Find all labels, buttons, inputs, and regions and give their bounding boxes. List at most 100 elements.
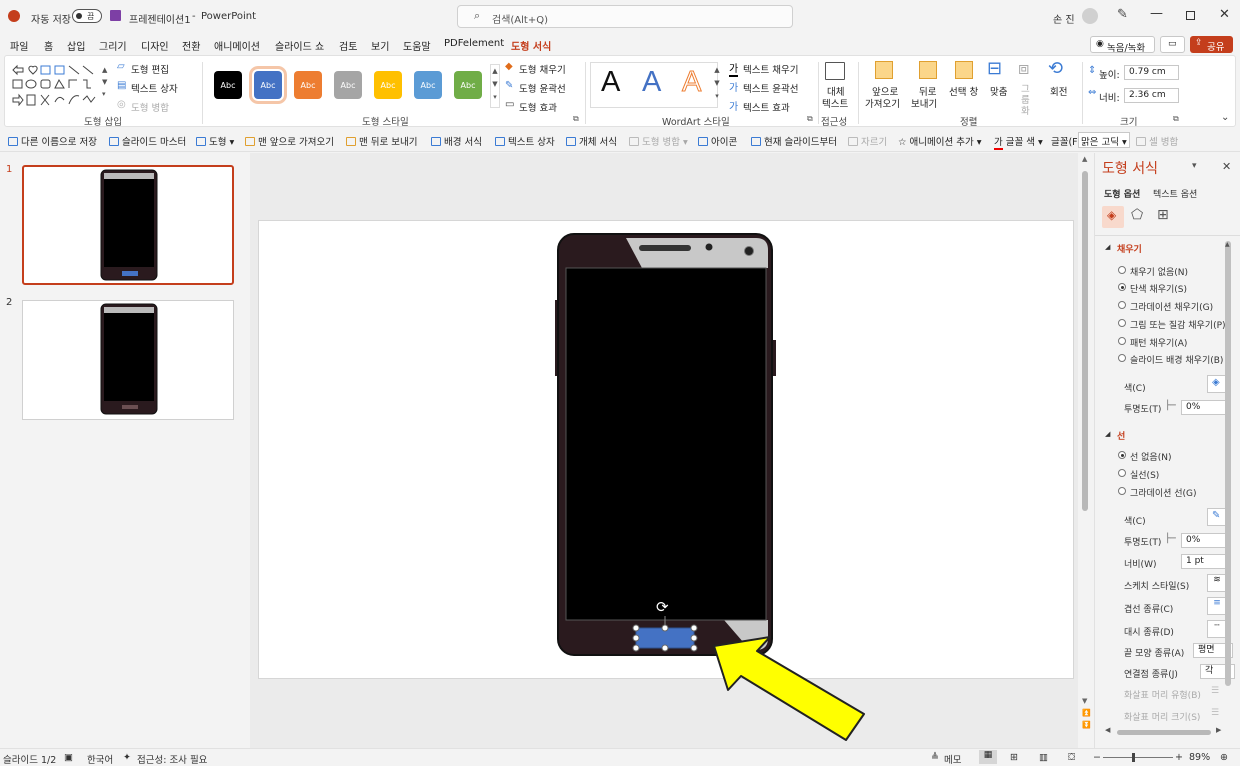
tab-view[interactable]: 보기 (371, 38, 389, 53)
qat-merge-shapes[interactable]: 도형 병합 ▾ (629, 134, 688, 148)
user-name[interactable]: 손 진 (1053, 11, 1075, 26)
line-collapse-icon[interactable]: ◢ (1105, 430, 1110, 438)
style-swatch-2[interactable]: Abc (249, 66, 287, 104)
styles-scroll[interactable]: ▲ ▼ ▾ (490, 64, 500, 108)
arrow-begin-type-dropdown[interactable]: ☰ (1211, 686, 1219, 696)
qat-format-object[interactable]: 개체 서식 (566, 134, 617, 148)
fill-slide-bg-radio[interactable] (1118, 354, 1126, 362)
line-width-input[interactable]: 1 pt (1181, 554, 1231, 569)
style-swatch-6[interactable]: Abc (414, 71, 442, 99)
group-button[interactable]: 그룹화 (1021, 84, 1033, 117)
qat-from-current-slide[interactable]: 현재 슬라이드부터 (751, 134, 837, 148)
qat-slide-master[interactable]: 슬라이드 마스터 (109, 134, 186, 148)
zoom-slider[interactable] (1103, 753, 1173, 762)
tab-home[interactable]: 홈 (44, 38, 53, 53)
fill-slide-bg-label[interactable]: 슬라이드 배경 채우기(B) (1130, 353, 1223, 366)
normal-view-icon[interactable]: ▦ (979, 750, 997, 764)
tab-text-options[interactable]: 텍스트 옵션 (1153, 187, 1197, 200)
fill-none-radio[interactable] (1118, 266, 1126, 274)
zoom-in-icon[interactable]: + (1175, 752, 1183, 763)
line-gradient-radio[interactable] (1118, 487, 1126, 495)
pen-icon[interactable]: ✎ (1117, 7, 1128, 22)
line-color-picker[interactable]: ✎ (1207, 508, 1227, 526)
compound-type-dropdown[interactable]: ≡ (1207, 597, 1227, 615)
slideshow-icon[interactable]: ⛋ (1068, 752, 1075, 763)
text-outline-button[interactable]: 텍스트 윤곽선 (743, 81, 798, 95)
qat-merge-cells[interactable]: 셀 병합 (1136, 134, 1178, 148)
tab-insert[interactable]: 삽입 (67, 38, 85, 53)
style-swatch-4[interactable]: Abc (334, 71, 362, 99)
prev-slide-icon[interactable]: ⏫ (1082, 709, 1091, 717)
tab-shape-options[interactable]: 도형 옵션 (1104, 187, 1140, 200)
pane-vertical-scrollbar[interactable] (1225, 241, 1231, 686)
bring-forward-button-line2[interactable]: 가져오기 (865, 96, 900, 110)
comments-button[interactable]: ▭ (1160, 36, 1185, 53)
qat-icons[interactable]: 아이콘 (698, 134, 737, 148)
selection-pane-button[interactable]: 선택 창 (949, 84, 978, 98)
fill-collapse-icon[interactable]: ◢ (1105, 243, 1110, 251)
share-button[interactable]: ⇪ 공유 (1190, 36, 1233, 53)
fill-transparency-slider[interactable]: ├─ (1165, 401, 1176, 411)
height-input[interactable]: 0.79 cm (1124, 65, 1179, 80)
tab-animations[interactable]: 애니메이션 (214, 38, 260, 53)
slide-sorter-icon[interactable]: ⊞ (1010, 752, 1018, 763)
avatar[interactable] (1082, 8, 1098, 24)
tab-slideshow[interactable]: 슬라이드 쇼 (275, 38, 324, 53)
qat-bring-to-front[interactable]: 맨 앞으로 가져오기 (245, 134, 334, 148)
qat-format-background[interactable]: 배경 서식 (431, 134, 482, 148)
qat-font-color[interactable]: 가 글꼴 색 ▾ (994, 134, 1043, 150)
pane-close-icon[interactable]: ✕ (1222, 160, 1231, 173)
canvas-vertical-scrollbar[interactable]: ▲ ▼ ⏫ ⏬ (1078, 153, 1094, 748)
qat-shapes[interactable]: 도형 ▾ (196, 134, 234, 148)
pane-scroll-left-icon[interactable]: ◀ (1105, 726, 1110, 734)
style-swatch-1[interactable]: Abc (214, 71, 242, 99)
fill-pattern-radio[interactable] (1118, 337, 1126, 345)
pane-scroll-right-icon[interactable]: ▶ (1216, 726, 1221, 734)
fill-picture-radio[interactable] (1118, 319, 1126, 327)
line-solid-radio[interactable] (1118, 469, 1126, 477)
pane-horizontal-scrollbar[interactable] (1117, 730, 1211, 735)
search-box[interactable]: ⌕ 검색(Alt+Q) (457, 5, 793, 28)
qat-crop[interactable]: 자르기 (848, 134, 887, 148)
line-none-radio[interactable] (1118, 451, 1126, 459)
qat-font-select[interactable]: 맑은 고딕 ▾ (1078, 132, 1130, 148)
slide-thumbnail-2[interactable] (22, 300, 234, 420)
line-none-label[interactable]: 선 없음(N) (1130, 450, 1171, 463)
alt-text-button-line2[interactable]: 텍스트 (822, 96, 848, 110)
line-solid-label[interactable]: 실선(S) (1130, 468, 1159, 481)
autosave-toggle[interactable]: 끔 (72, 9, 102, 23)
scroll-down-icon[interactable]: ▼ (1082, 697, 1087, 705)
notes-button[interactable]: 메모 (944, 752, 961, 766)
collapse-ribbon-icon[interactable]: ⌄ (1221, 112, 1229, 123)
fill-pattern-label[interactable]: 패턴 채우기(A) (1130, 336, 1187, 349)
tab-pdfelement[interactable]: PDFelement (444, 38, 504, 49)
wordart-scroll[interactable]: ▲ ▼ ▾ (712, 64, 722, 108)
slide-thumbnail-1[interactable] (22, 165, 234, 285)
zoom-level[interactable]: 89% (1189, 752, 1210, 763)
tab-transitions[interactable]: 전환 (182, 38, 200, 53)
fill-gradient-label[interactable]: 그라데이션 채우기(G) (1130, 300, 1213, 313)
shapes-gallery[interactable] (11, 64, 111, 107)
dialog-launcher-icon[interactable]: ⧉ (1173, 114, 1179, 124)
line-section-header[interactable]: 선 (1117, 429, 1125, 442)
qat-send-to-back[interactable]: 맨 뒤로 보내기 (346, 134, 417, 148)
fill-picture-label[interactable]: 그림 또는 질감 채우기(P) (1130, 318, 1226, 331)
tab-design[interactable]: 디자인 (141, 38, 169, 53)
dialog-launcher-icon[interactable]: ⧉ (573, 114, 579, 124)
merge-shapes-button[interactable]: 도형 병합 (131, 100, 169, 114)
spellcheck-icon[interactable]: ▣ (64, 752, 73, 763)
shapes-scroll[interactable]: ▲ ▼ ▾ (102, 64, 110, 104)
effects-pentagon-icon[interactable]: ⬠ (1131, 207, 1143, 223)
fill-solid-radio[interactable] (1118, 283, 1126, 291)
dash-type-dropdown[interactable]: ┄ (1207, 620, 1227, 638)
tab-file[interactable]: 파일 (10, 38, 28, 53)
pane-options-chevron-icon[interactable]: ▾ (1192, 161, 1197, 171)
close-icon[interactable]: ✕ (1219, 7, 1230, 22)
align-button[interactable]: 맞춤 (990, 84, 1007, 98)
rotate-button[interactable]: 회전 (1050, 84, 1067, 98)
edit-shape-button[interactable]: 도형 편집 (131, 62, 169, 76)
wordart-style-black[interactable]: A (601, 66, 620, 99)
send-backward-button-line2[interactable]: 보내기 (911, 96, 937, 110)
next-slide-icon[interactable]: ⏬ (1082, 721, 1091, 729)
line-gradient-label[interactable]: 그라데이션 선(G) (1130, 486, 1197, 499)
